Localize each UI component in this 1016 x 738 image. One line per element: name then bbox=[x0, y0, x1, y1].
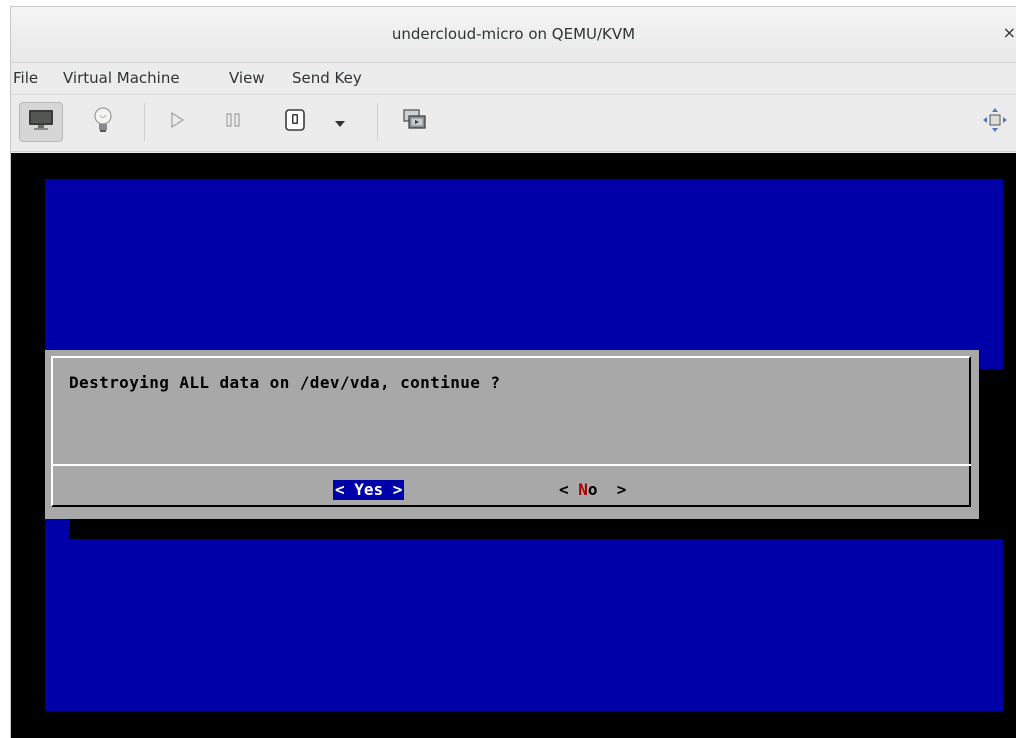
run-button[interactable] bbox=[155, 102, 199, 142]
toolbar-separator bbox=[144, 103, 145, 141]
lightbulb-icon bbox=[93, 106, 113, 138]
confirm-dialog: Destroying ALL data on /dev/vda, continu… bbox=[45, 350, 979, 519]
dialog-shadow bbox=[69, 519, 1005, 539]
console-view-button[interactable] bbox=[19, 102, 63, 142]
dropdown-arrow-icon bbox=[334, 113, 346, 132]
vm-viewer-window: undercloud-micro on QEMU/KVM × File Virt… bbox=[10, 6, 1016, 738]
dialog-message: Destroying ALL data on /dev/vda, continu… bbox=[69, 373, 501, 392]
vm-console-display[interactable]: Destroying ALL data on /dev/vda, continu… bbox=[11, 153, 1016, 738]
dialog-shadow bbox=[979, 369, 1005, 539]
no-button-hotkey: N bbox=[578, 480, 588, 499]
window-title: undercloud-micro on QEMU/KVM bbox=[391, 25, 636, 43]
shutdown-button[interactable] bbox=[273, 102, 317, 142]
shutdown-menu-button[interactable] bbox=[325, 102, 355, 142]
title-bar[interactable]: undercloud-micro on QEMU/KVM × bbox=[11, 7, 1016, 63]
menu-virtual-machine[interactable]: Virtual Machine bbox=[63, 69, 180, 87]
menu-view[interactable]: View bbox=[229, 69, 265, 87]
close-button[interactable]: × bbox=[1000, 21, 1016, 45]
no-button-rest: o > bbox=[587, 480, 627, 499]
monitor-icon bbox=[28, 109, 54, 135]
toolbar-separator bbox=[377, 103, 378, 141]
snapshots-button[interactable] bbox=[393, 102, 437, 142]
menu-file[interactable]: File bbox=[13, 69, 38, 87]
play-icon bbox=[167, 110, 187, 134]
power-icon bbox=[285, 109, 305, 135]
screenshot-icon bbox=[403, 109, 427, 135]
fullscreen-button[interactable] bbox=[975, 102, 1015, 142]
menu-send-key[interactable]: Send Key bbox=[292, 69, 362, 87]
no-button-open: < bbox=[559, 480, 579, 499]
pause-button[interactable] bbox=[211, 102, 255, 142]
no-button[interactable]: < No > bbox=[559, 480, 626, 500]
menu-bar: File Virtual Machine View Send Key bbox=[11, 64, 1016, 94]
fullscreen-icon bbox=[982, 107, 1008, 137]
details-view-button[interactable] bbox=[81, 102, 125, 142]
pause-icon bbox=[225, 112, 241, 132]
yes-button[interactable]: < Yes > bbox=[333, 480, 405, 500]
dialog-separator bbox=[53, 464, 971, 466]
toolbar bbox=[11, 94, 1016, 152]
